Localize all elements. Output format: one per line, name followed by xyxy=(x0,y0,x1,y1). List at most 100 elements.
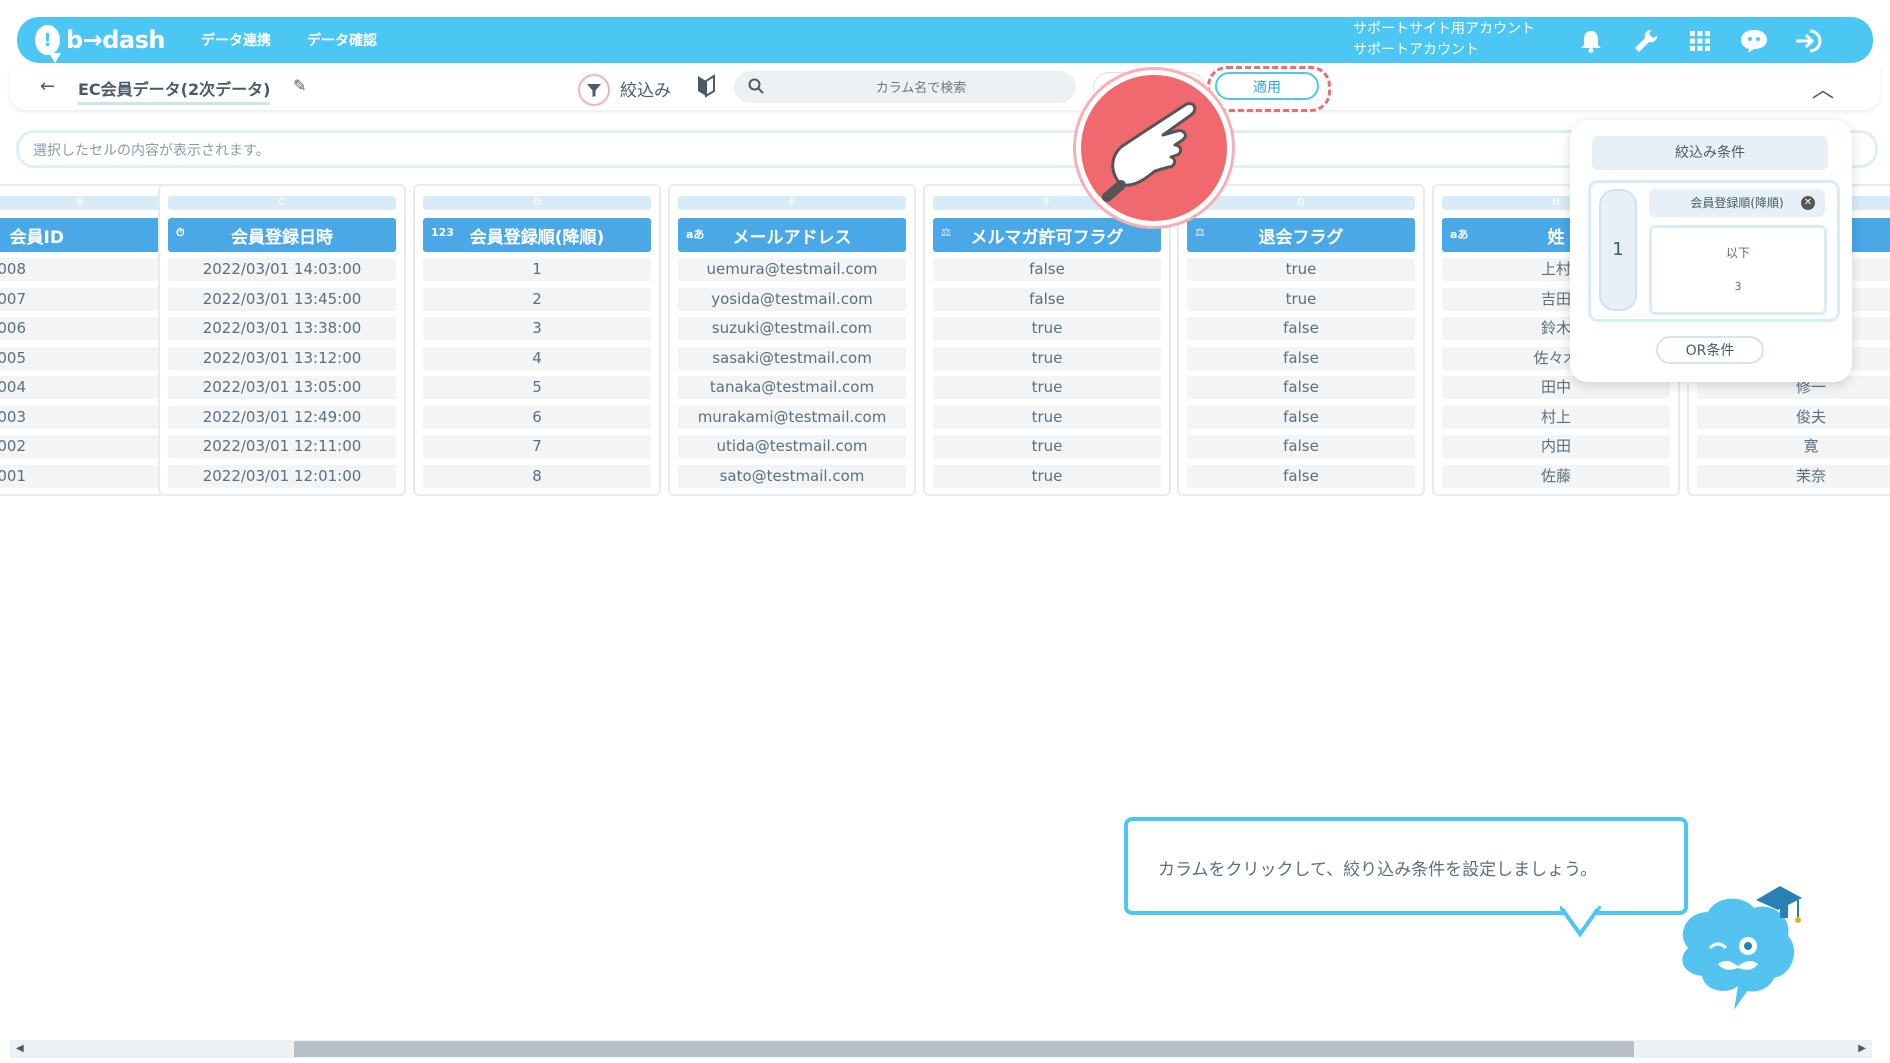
table-cell[interactable]: sasaki@testmail.com xyxy=(678,346,906,370)
mascot-character-icon xyxy=(1682,886,1802,1010)
table-cell[interactable]: 2022/03/01 13:05:00 xyxy=(168,376,396,399)
condition-column-name: 会員登録順(降順) xyxy=(1690,196,1784,210)
table-cell[interactable]: sato@testmail.com xyxy=(678,464,906,488)
table-cell[interactable]: utida@testmail.com xyxy=(678,435,906,458)
guide-speech-bubble: カラムをクリックして、絞り込み条件を設定しましょう。 xyxy=(1124,817,1688,915)
chat-icon[interactable] xyxy=(1737,24,1771,58)
filter-icon[interactable] xyxy=(578,74,610,106)
table-cell[interactable]: 1 xyxy=(423,258,651,281)
table-cell[interactable]: 内田 xyxy=(1442,435,1670,458)
table-cell[interactable]: 村上 xyxy=(1442,405,1670,429)
column-e[interactable]: Eaあ メールアドレス uemura@testmail.com yosida@test… xyxy=(668,184,916,496)
table-cell[interactable]: false xyxy=(1187,435,1415,458)
nav-data-integration[interactable]: データ連携 xyxy=(201,30,271,50)
bell-icon[interactable] xyxy=(1574,24,1608,58)
nav-data-check[interactable]: データ確認 xyxy=(307,30,377,50)
condition-detail[interactable]: 以下 3 xyxy=(1649,225,1827,315)
column-cells: true true false false false false false false xyxy=(1187,258,1415,494)
table-cell[interactable]: false xyxy=(1187,346,1415,370)
horizontal-scrollbar[interactable]: ◀ ▶ xyxy=(10,1040,1872,1058)
table-cell[interactable]: 3 xyxy=(423,317,651,340)
column-header[interactable]: ⚖ メルマガ許可フラグ xyxy=(933,218,1161,252)
table-cell[interactable]: true xyxy=(933,376,1161,399)
table-cell[interactable]: suzuki@testmail.com xyxy=(678,317,906,340)
table-cell[interactable]: true xyxy=(933,317,1161,340)
column-type-icon: aあ xyxy=(1450,228,1469,241)
scrollbar-thumb[interactable] xyxy=(294,1041,1634,1057)
table-cell[interactable]: true xyxy=(1187,258,1415,281)
table-cell[interactable]: false xyxy=(1187,405,1415,429)
table-cell[interactable]: murakami@testmail.com xyxy=(678,405,906,429)
table-cell[interactable]: 寛 xyxy=(1697,435,1890,458)
table-cell[interactable]: 2022/03/01 12:01:00 xyxy=(168,464,396,488)
column-header[interactable]: ⚖ 退会フラグ xyxy=(1187,218,1415,252)
table-cell[interactable]: 2022/03/01 13:12:00 xyxy=(168,346,396,370)
condition-column[interactable]: 会員登録順(降順) ✕ xyxy=(1649,189,1825,217)
table-cell[interactable]: 2022/03/01 14:03:00 xyxy=(168,258,396,281)
table-cell[interactable]: false xyxy=(933,258,1161,281)
table-cell[interactable]: tanaka@testmail.com xyxy=(678,376,906,399)
chevron-up-icon[interactable]: ︿ xyxy=(1812,72,1834,104)
column-header[interactable]: ⏱ 会員登録日時 xyxy=(168,218,396,252)
column-search-input[interactable] xyxy=(774,75,1068,101)
filter-label[interactable]: 絞込み xyxy=(620,76,671,101)
logo-bubble-icon: ! xyxy=(35,25,61,63)
table-cell[interactable]: yosida@testmail.com xyxy=(678,287,906,311)
table-cell[interactable]: false xyxy=(1187,376,1415,399)
table-cell[interactable]: uemura@testmail.com xyxy=(678,258,906,281)
logout-icon[interactable] xyxy=(1792,24,1826,58)
pencil-icon[interactable]: ✎ xyxy=(293,76,306,95)
table-cell[interactable]: 俊夫 xyxy=(1697,405,1890,429)
table-cell[interactable]: 4 xyxy=(423,346,651,370)
column-type-icon: ⚖ xyxy=(941,226,951,239)
table-cell[interactable]: 2022/03/01 12:49:00 xyxy=(168,405,396,429)
wrench-icon[interactable] xyxy=(1629,24,1663,58)
remove-condition-icon[interactable]: ✕ xyxy=(1801,196,1815,210)
table-cell[interactable]: true xyxy=(1187,287,1415,311)
table-cell[interactable]: 5 xyxy=(423,376,651,399)
table-cell[interactable]: 8 xyxy=(423,464,651,488)
bdash-logo[interactable]: ! b→dash xyxy=(35,25,166,63)
scroll-left-icon[interactable]: ◀ xyxy=(16,1043,24,1054)
condition-group: 1 会員登録順(降順) ✕ 以下 3 xyxy=(1588,180,1840,322)
search-icon xyxy=(748,78,764,98)
table-cell[interactable]: false xyxy=(933,287,1161,311)
column-type-icon: ⏱ xyxy=(176,226,185,239)
table-cell[interactable]: true xyxy=(933,464,1161,488)
column-type-icon: 123 xyxy=(431,226,454,239)
condition-group-number: 1 xyxy=(1599,189,1637,311)
grid-icon[interactable] xyxy=(1683,24,1717,58)
column-header[interactable]: 123 会員登録順(降順) xyxy=(423,218,651,252)
column-header[interactable]: aあ メールアドレス xyxy=(678,218,906,252)
apply-button[interactable]: 適用 xyxy=(1215,72,1319,100)
scroll-right-icon[interactable]: ▶ xyxy=(1858,1043,1866,1054)
table-cell[interactable]: 6 xyxy=(423,405,651,429)
table-cell[interactable]: 2022/03/01 13:38:00 xyxy=(168,317,396,340)
column-search xyxy=(734,71,1076,103)
account-line-1: サポートサイト用アカウント xyxy=(1353,21,1535,37)
table-cell[interactable]: 茉奈 xyxy=(1697,464,1890,488)
table-cell[interactable]: 2022/03/01 13:45:00 xyxy=(168,287,396,311)
column-c[interactable]: C ⏱ 会員登録日時 2022/03/01 14:03:00 2022/03/01 13… xyxy=(158,184,406,496)
table-cell[interactable]: 佐藤 xyxy=(1442,464,1670,488)
column-f[interactable]: F ⚖ メルマガ許可フラグ false false true true true true tru… xyxy=(923,184,1171,496)
table-cell[interactable]: false xyxy=(1187,464,1415,488)
table-cell[interactable]: true xyxy=(933,435,1161,458)
table-cell[interactable]: true xyxy=(933,405,1161,429)
table-cell[interactable]: 7 xyxy=(423,435,651,458)
column-d[interactable]: D 123 会員登録順(降順) 1 2 3 4 5 6 7 8 xyxy=(413,184,661,496)
table-cell[interactable]: true xyxy=(933,346,1161,370)
back-arrow-icon[interactable]: ← xyxy=(40,76,55,97)
or-condition-button[interactable]: OR条件 xyxy=(1656,336,1764,364)
table-cell[interactable]: 2022/03/01 12:11:00 xyxy=(168,435,396,458)
hand-pointer-icon xyxy=(1076,70,1232,226)
table-cell[interactable]: 2 xyxy=(423,287,651,311)
column-g[interactable]: G ⚖ 退会フラグ true true false false false false false… xyxy=(1177,184,1425,496)
beginner-mark-icon[interactable] xyxy=(696,74,716,102)
column-cells: 2022/03/01 14:03:00 2022/03/01 13:45:00 20… xyxy=(168,258,396,494)
column-header-label: メールアドレス xyxy=(732,227,852,248)
account-info[interactable]: サポートサイト用アカウント サポートアカウント xyxy=(1353,19,1535,61)
column-cells: uemura@testmail.com yosida@testmail.com su… xyxy=(678,258,906,494)
table-cell[interactable]: false xyxy=(1187,317,1415,340)
column-header-label: 会員登録順(降順) xyxy=(469,227,605,248)
